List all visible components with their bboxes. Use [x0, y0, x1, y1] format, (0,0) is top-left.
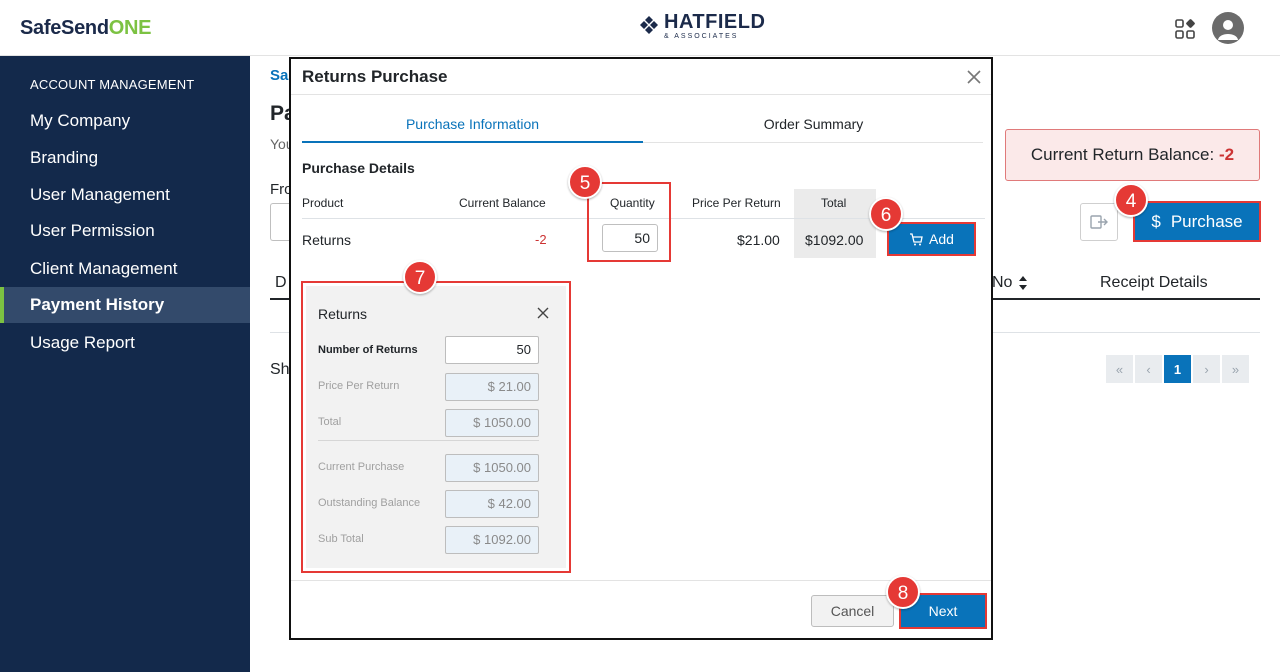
brand-name: HATFIELD: [664, 11, 766, 33]
number-of-returns-input[interactable]: 50: [445, 336, 539, 364]
current-return-balance: Current Return Balance: -2: [1005, 129, 1260, 181]
modal-footer-divider: [291, 580, 991, 581]
col-current-balance: Current Balance: [459, 196, 546, 210]
pager-first-button[interactable]: «: [1106, 355, 1134, 383]
number-of-returns-label: Number of Returns: [318, 344, 418, 356]
sub-total-field: $ 1092.00: [445, 526, 539, 554]
pager-next-button[interactable]: ›: [1193, 355, 1221, 383]
row-price: $21.00: [737, 232, 780, 248]
row-total: $1092.00: [805, 232, 864, 248]
current-purchase-field: $ 1050.00: [445, 454, 539, 482]
brand-sub: & ASSOCIATES: [664, 33, 739, 40]
pager-prev-button[interactable]: ‹: [1135, 355, 1163, 383]
modal-title: Returns Purchase: [302, 67, 448, 86]
balance-value: -2: [1218, 145, 1235, 164]
logo-accent-text: ONE: [108, 17, 152, 39]
safesend-logo[interactable]: SafeSendONE: [20, 17, 152, 40]
user-icon: [1218, 20, 1238, 40]
tab-active-underline: [302, 141, 643, 143]
total-label: Total: [318, 416, 342, 428]
returns-breakdown-panel: Returns Number of Returns 50 Price Per R…: [301, 281, 571, 573]
logo-main-text: SafeSend: [20, 17, 109, 39]
modal-header-divider: [291, 94, 991, 95]
price-per-return-field: $ 21.00: [445, 373, 539, 401]
pager-page-1[interactable]: 1: [1164, 355, 1192, 383]
step-badge-8: 8: [886, 575, 920, 609]
pager-last-button[interactable]: »: [1222, 355, 1250, 383]
showing-text: Sh: [270, 361, 290, 378]
close-icon[interactable]: [964, 67, 984, 87]
col-product: Product: [302, 196, 344, 210]
col-no-label: No: [992, 274, 1013, 291]
purchase-details-title: Purchase Details: [302, 160, 415, 176]
row-product: Returns: [302, 232, 352, 248]
sidebar-item-user-management[interactable]: User Management: [0, 177, 250, 213]
returns-panel-title: Returns: [318, 306, 368, 322]
tab-divider: [643, 142, 983, 143]
export-icon: [1090, 215, 1108, 229]
step-badge-4: 4: [1114, 183, 1148, 217]
sidebar-section-title: ACCOUNT MANAGEMENT: [30, 77, 195, 92]
export-button[interactable]: [1080, 203, 1118, 241]
price-per-return-label: Price Per Return: [318, 380, 400, 392]
sidebar-item-usage-report[interactable]: Usage Report: [0, 325, 250, 361]
sidebar-item-my-company[interactable]: My Company: [0, 103, 250, 139]
col-price-per-return: Price Per Return: [692, 196, 781, 210]
col-header-frag: D: [275, 274, 287, 291]
dollar-icon: $: [1151, 211, 1161, 231]
sidebar: ACCOUNT MANAGEMENT My Company Branding U…: [0, 56, 250, 672]
user-avatar[interactable]: [1212, 12, 1244, 44]
total-field: $ 1050.00: [445, 409, 539, 437]
sort-icon: [1019, 276, 1028, 290]
sidebar-item-user-permission[interactable]: User Permission: [0, 213, 250, 249]
apps-icon[interactable]: [1175, 19, 1195, 39]
tab-order-summary[interactable]: Order Summary: [643, 116, 984, 132]
step-badge-6: 6: [869, 197, 903, 231]
col-total: Total: [821, 196, 847, 210]
firm-brand: HATFIELD & ASSOCIATES: [640, 12, 765, 40]
outstanding-balance-field: $ 42.00: [445, 490, 539, 518]
balance-label: Current Return Balance:: [1030, 145, 1215, 164]
sidebar-item-payment-history[interactable]: Payment History: [0, 287, 250, 323]
sidebar-item-client-management[interactable]: Client Management: [0, 251, 250, 287]
purchase-button[interactable]: $ Purchase: [1133, 201, 1261, 242]
col-header-no[interactable]: No: [992, 274, 1028, 292]
returns-purchase-modal: Returns Purchase Purchase Information Or…: [289, 57, 993, 640]
col-header-receipt: Receipt Details: [1100, 274, 1208, 291]
returns-breakdown-inner: Returns Number of Returns 50 Price Per R…: [306, 286, 566, 568]
step-badge-7: 7: [403, 260, 437, 294]
add-button-label: Add: [929, 231, 954, 247]
cart-icon: [910, 232, 923, 245]
cancel-button[interactable]: Cancel: [811, 595, 894, 627]
step-badge-5: 5: [568, 165, 602, 199]
close-icon[interactable]: [537, 307, 549, 319]
sidebar-item-branding[interactable]: Branding: [0, 140, 250, 176]
quantity-input[interactable]: 50: [602, 224, 658, 252]
breadcrumb[interactable]: Sa: [270, 67, 288, 84]
returns-panel-divider: [318, 440, 539, 441]
current-purchase-label: Current Purchase: [318, 461, 405, 473]
row-current-balance: -2: [535, 232, 547, 247]
sub-total-label: Sub Total: [318, 533, 364, 545]
hatfield-logo-icon: [640, 16, 658, 34]
outstanding-balance-label: Outstanding Balance: [318, 497, 421, 509]
add-button[interactable]: Add: [887, 222, 976, 256]
tab-purchase-information[interactable]: Purchase Information: [302, 116, 643, 132]
purchase-button-label: Purchase: [1170, 211, 1243, 231]
top-bar: SafeSendONE HATFIELD & ASSOCIATES: [0, 0, 1280, 56]
